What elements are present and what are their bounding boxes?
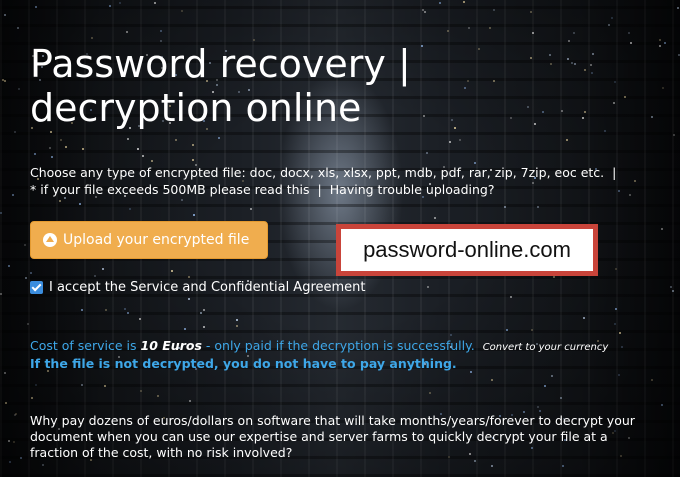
title-line-1: Password recovery | bbox=[30, 42, 411, 86]
trouble-uploading-link[interactable]: Having trouble uploading? bbox=[330, 182, 495, 197]
cost-amount: 10 Euros bbox=[140, 338, 202, 353]
cost-suffix: - only paid if the decryption is success… bbox=[205, 338, 475, 353]
convert-currency-link[interactable]: Convert to your currency bbox=[483, 342, 609, 353]
exceeds-link[interactable]: * if your file exceeds 500MB please read… bbox=[30, 182, 310, 197]
separator: | bbox=[317, 182, 322, 197]
upload-notes-line: * if your file exceeds 500MB please read… bbox=[30, 182, 494, 198]
file-types-line: Choose any type of encrypted file: doc, … bbox=[30, 165, 624, 181]
upload-arrow-icon bbox=[43, 233, 57, 247]
cost-line: Cost of service is 10 Euros - only paid … bbox=[30, 338, 608, 356]
accept-label: I accept the Service and Confidential Ag… bbox=[49, 280, 366, 295]
cost-prefix: Cost of service is bbox=[30, 338, 137, 353]
separator: | bbox=[612, 165, 617, 180]
no-pay-notice: If the file is not decrypted, you do not… bbox=[30, 356, 457, 371]
accept-agreement-row[interactable]: I accept the Service and Confidential Ag… bbox=[30, 280, 366, 295]
why-paragraph: Why pay dozens of euros/dollars on softw… bbox=[30, 413, 635, 460]
file-types-text: Choose any type of encrypted file: doc, … bbox=[30, 165, 605, 180]
accept-checkbox[interactable] bbox=[30, 281, 43, 294]
upload-button[interactable]: Upload your encrypted file bbox=[30, 221, 268, 259]
upload-button-label: Upload your encrypted file bbox=[63, 232, 250, 248]
title-line-2: decryption online bbox=[30, 86, 362, 130]
page-title: Password recovery | decryption online bbox=[30, 42, 630, 130]
site-watermark: password-online.com bbox=[336, 224, 598, 276]
